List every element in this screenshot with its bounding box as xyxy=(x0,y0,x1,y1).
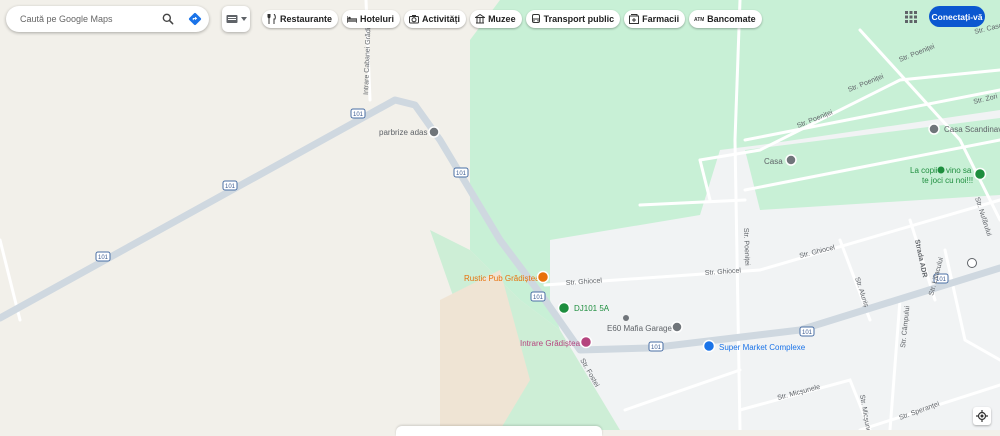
keyboard-icon xyxy=(226,15,238,23)
chip-activities[interactable]: Activități xyxy=(404,10,467,28)
chip-label: Muzee xyxy=(488,14,516,24)
shop-icon xyxy=(702,339,716,353)
bottom-panel-handle[interactable] xyxy=(396,426,602,436)
chip-label: Bancomate xyxy=(707,14,756,24)
category-chips: Restaurante Hoteluri Activități Muzee Tr… xyxy=(262,10,762,28)
directions-icon[interactable] xyxy=(188,12,202,26)
road-shield-label: 101 xyxy=(353,112,364,118)
poi-pin-icon xyxy=(785,154,797,166)
poi-casa[interactable]: Casa xyxy=(764,154,797,166)
road-shield-label: 101 xyxy=(98,255,109,261)
chip-pharmacies[interactable]: Farmacii xyxy=(624,10,686,28)
chip-transit[interactable]: Transport public xyxy=(525,10,621,28)
chip-hotels[interactable]: Hoteluri xyxy=(342,10,401,28)
sign-in-button[interactable]: Conectați-vă xyxy=(929,6,985,27)
chip-label: Restaurante xyxy=(280,14,333,24)
layers-button[interactable] xyxy=(222,6,250,32)
road-shield-label: 101 xyxy=(225,184,236,190)
my-location-button[interactable] xyxy=(973,407,991,425)
poi-label: Casa xyxy=(764,157,783,166)
chip-label: Hoteluri xyxy=(360,14,395,24)
museum-icon xyxy=(475,14,486,24)
apps-grid-icon[interactable] xyxy=(904,10,918,24)
poi-label: La copii xyxy=(910,166,938,175)
map-canvas[interactable]: 101 101 101 101 101 101 101 101 Intrare … xyxy=(0,0,1000,430)
bus-icon xyxy=(531,14,540,23)
poi-pin-icon xyxy=(428,126,440,138)
bus-stop-icon xyxy=(967,258,977,268)
search-box[interactable] xyxy=(6,6,209,32)
chevron-down-icon xyxy=(241,17,247,21)
poi-parbrize[interactable]: parbrize adas xyxy=(379,126,440,138)
poi-pin-icon xyxy=(928,123,940,135)
fork-knife-icon xyxy=(267,14,276,24)
poi-route-marker[interactable]: DJ101 5A xyxy=(557,301,610,315)
crosshair-icon xyxy=(976,410,988,422)
restaurant-icon xyxy=(536,270,550,284)
poi-label: Super Market Complexe xyxy=(719,343,806,352)
kids-icon xyxy=(937,166,945,174)
chip-label: Transport public xyxy=(543,14,615,24)
poi-bus-stop[interactable] xyxy=(967,258,977,268)
poi-pin-icon xyxy=(671,321,683,333)
search-input[interactable] xyxy=(18,13,152,25)
poi-label: parbrize adas xyxy=(379,128,427,137)
road-shield-label: 101 xyxy=(802,330,813,336)
road-shield-label: 101 xyxy=(456,171,467,177)
chip-atms[interactable]: ATM Bancomate xyxy=(689,10,762,28)
bed-icon xyxy=(347,16,358,23)
poi-super-market[interactable]: Super Market Complexe xyxy=(702,339,806,353)
street-label: Str. Poeniței xyxy=(742,228,750,266)
chip-label: Activități xyxy=(422,14,461,24)
poi-label: Casa Scandinava xyxy=(944,125,1000,134)
route-icon xyxy=(557,301,571,315)
poi-label: Intrare Grădiștea xyxy=(520,339,581,348)
pharmacy-icon xyxy=(629,14,640,24)
poi-pin-icon xyxy=(973,167,987,181)
poi-label: Rustic Pub Grădiștea xyxy=(464,274,540,283)
svg-text:ATM: ATM xyxy=(694,17,704,23)
search-icon[interactable] xyxy=(161,12,175,26)
poi-label: te joci cu noi!!! xyxy=(922,176,973,185)
chip-museums[interactable]: Muzee xyxy=(470,10,522,28)
poi-rustic-pub[interactable]: Rustic Pub Grădiștea xyxy=(464,270,550,284)
poi-label: E60 Mafia Garage xyxy=(607,324,672,333)
chip-label: Farmacii xyxy=(642,14,680,24)
pin-icon xyxy=(623,315,629,321)
poi-label: vino sa xyxy=(946,166,972,175)
atm-icon: ATM xyxy=(694,17,704,23)
camera-icon xyxy=(409,15,420,24)
road-shield-label: 101 xyxy=(651,345,662,351)
road-shield-label: 101 xyxy=(533,295,544,301)
poi-pin-icon xyxy=(579,335,593,349)
poi-label: DJ101 5A xyxy=(574,304,610,313)
chip-restaurants[interactable]: Restaurante xyxy=(262,10,339,28)
